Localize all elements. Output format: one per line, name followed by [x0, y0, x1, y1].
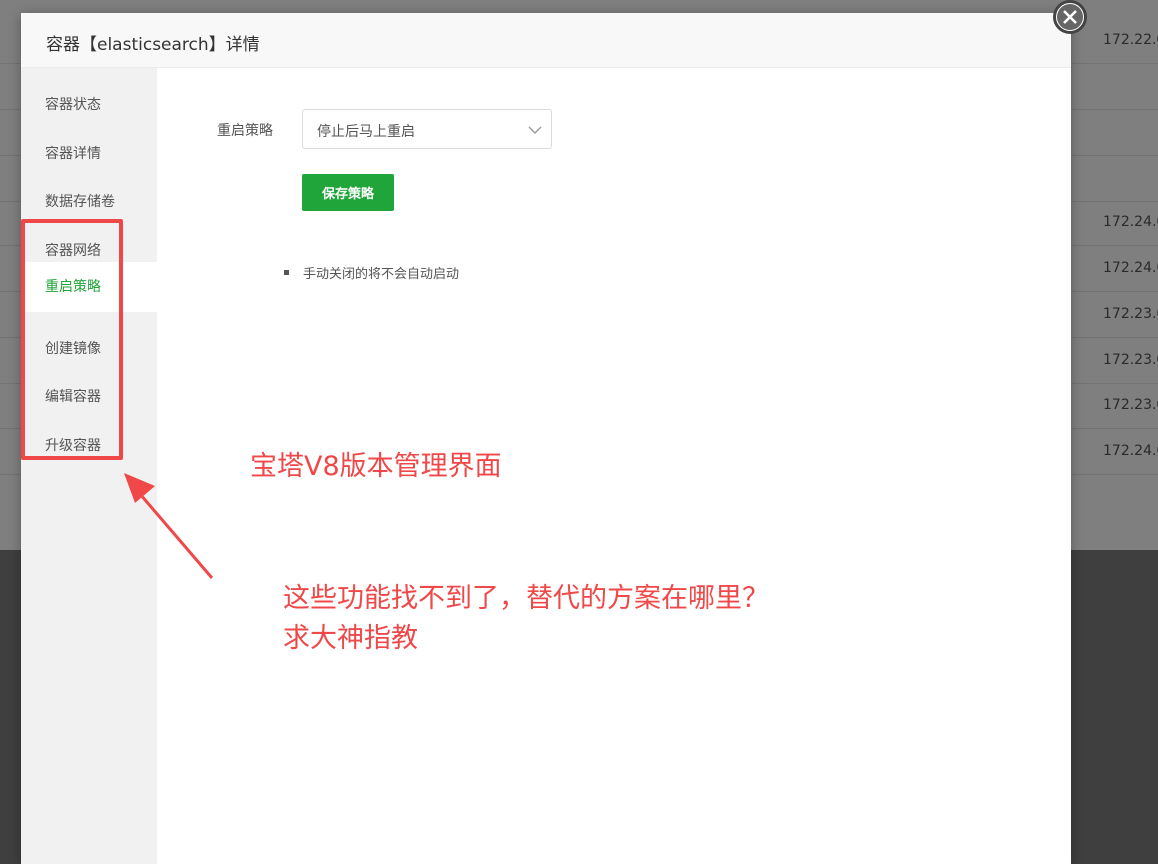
chevron-down-icon [527, 122, 543, 141]
annotation-question-line2: 求大神指教 [283, 623, 418, 654]
container-detail-modal: 容器【elasticsearch】详情 容器状态 容器详情 数据存储卷 容器网络… [21, 13, 1071, 864]
sidebar-item-status[interactable]: 容器状态 [21, 81, 157, 129]
tip-text: 手动关闭的将不会自动启动 [303, 267, 460, 282]
sidebar: 容器状态 容器详情 数据存储卷 容器网络 重启策略 创建镜像 编辑容器 升级容器 [21, 68, 157, 864]
annotation-highlight-box [21, 219, 123, 460]
close-button[interactable] [1053, 0, 1087, 34]
annotation-title: 宝塔V8版本管理界面 [250, 451, 502, 482]
annotation-question-line1: 这些功能找不到了，替代的方案在哪里？ [283, 583, 769, 614]
sidebar-item-details[interactable]: 容器详情 [21, 130, 157, 178]
restart-policy-select[interactable]: 停止后马上重启 [302, 109, 552, 149]
restart-policy-label: 重启策略 [217, 123, 273, 139]
restart-policy-value: 停止后马上重启 [317, 124, 415, 140]
save-policy-button[interactable]: 保存策略 [302, 174, 394, 211]
close-icon [1057, 4, 1083, 30]
bullet-icon [284, 270, 289, 275]
modal-title: 容器【elasticsearch】详情 [46, 35, 260, 55]
list-item: 手动关闭的将不会自动启动 [284, 263, 459, 282]
tip-list: 手动关闭的将不会自动启动 [284, 263, 459, 282]
modal-header: 容器【elasticsearch】详情 [21, 13, 1071, 68]
